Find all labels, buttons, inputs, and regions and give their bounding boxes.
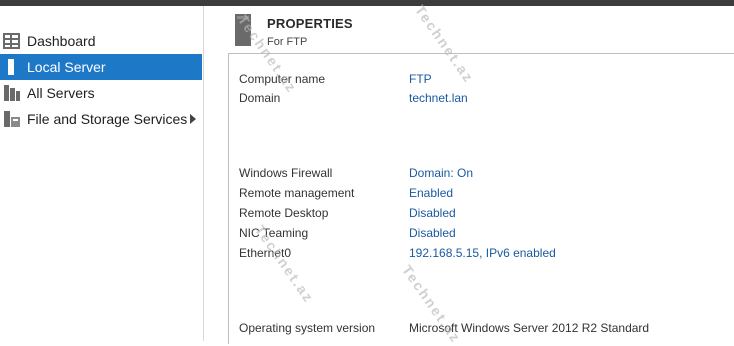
property-row: Windows Firewall Domain: On <box>239 165 729 181</box>
servers-icon <box>4 85 20 101</box>
property-key: Remote management <box>239 186 355 200</box>
property-row: NIC Teaming Disabled <box>239 225 729 241</box>
property-key: Remote Desktop <box>239 206 329 220</box>
properties-title: PROPERTIES <box>267 16 353 31</box>
sidebar-item-label: Local Server <box>27 59 106 75</box>
storage-icon <box>4 111 20 127</box>
property-row: Remote Desktop Disabled <box>239 205 729 221</box>
property-value-link[interactable]: 192.168.5.15, IPv6 enabled <box>409 245 556 261</box>
sidebar-item-file-and-storage[interactable]: File and Storage Services <box>0 106 202 132</box>
property-value-link[interactable]: Disabled <box>409 205 456 221</box>
property-row: Remote management Enabled <box>239 185 729 201</box>
chevron-right-icon[interactable] <box>190 114 196 124</box>
sidebar-item-label: Dashboard <box>27 33 96 49</box>
property-value-link[interactable]: FTP <box>409 71 432 87</box>
server-icon <box>8 59 14 75</box>
sidebar-item-dashboard[interactable]: Dashboard <box>0 28 202 54</box>
sidebar-item-label: All Servers <box>27 85 95 101</box>
sidebar-item-local-server[interactable]: Local Server <box>0 54 202 80</box>
sidebar-item-label: File and Storage Services <box>27 111 188 127</box>
property-key: Domain <box>239 91 281 105</box>
dashboard-icon <box>3 33 20 49</box>
property-row: Domain technet.lan <box>239 90 729 106</box>
sidebar: Dashboard Local Server All Servers File … <box>0 6 204 341</box>
property-value-link[interactable]: Domain: On <box>409 165 473 181</box>
property-row: Ethernet0 192.168.5.15, IPv6 enabled <box>239 245 729 261</box>
properties-subtitle: For FTP <box>267 36 308 48</box>
sidebar-item-all-servers[interactable]: All Servers <box>0 80 202 106</box>
property-value-link[interactable]: Enabled <box>409 185 453 201</box>
property-row: Operating system version Microsoft Windo… <box>239 320 729 336</box>
property-row: Computer name FTP <box>239 71 729 87</box>
property-value-link[interactable]: technet.lan <box>409 90 468 106</box>
property-key: Windows Firewall <box>239 166 333 180</box>
property-key: Operating system version <box>239 321 376 335</box>
property-value-link[interactable]: Disabled <box>409 225 456 241</box>
